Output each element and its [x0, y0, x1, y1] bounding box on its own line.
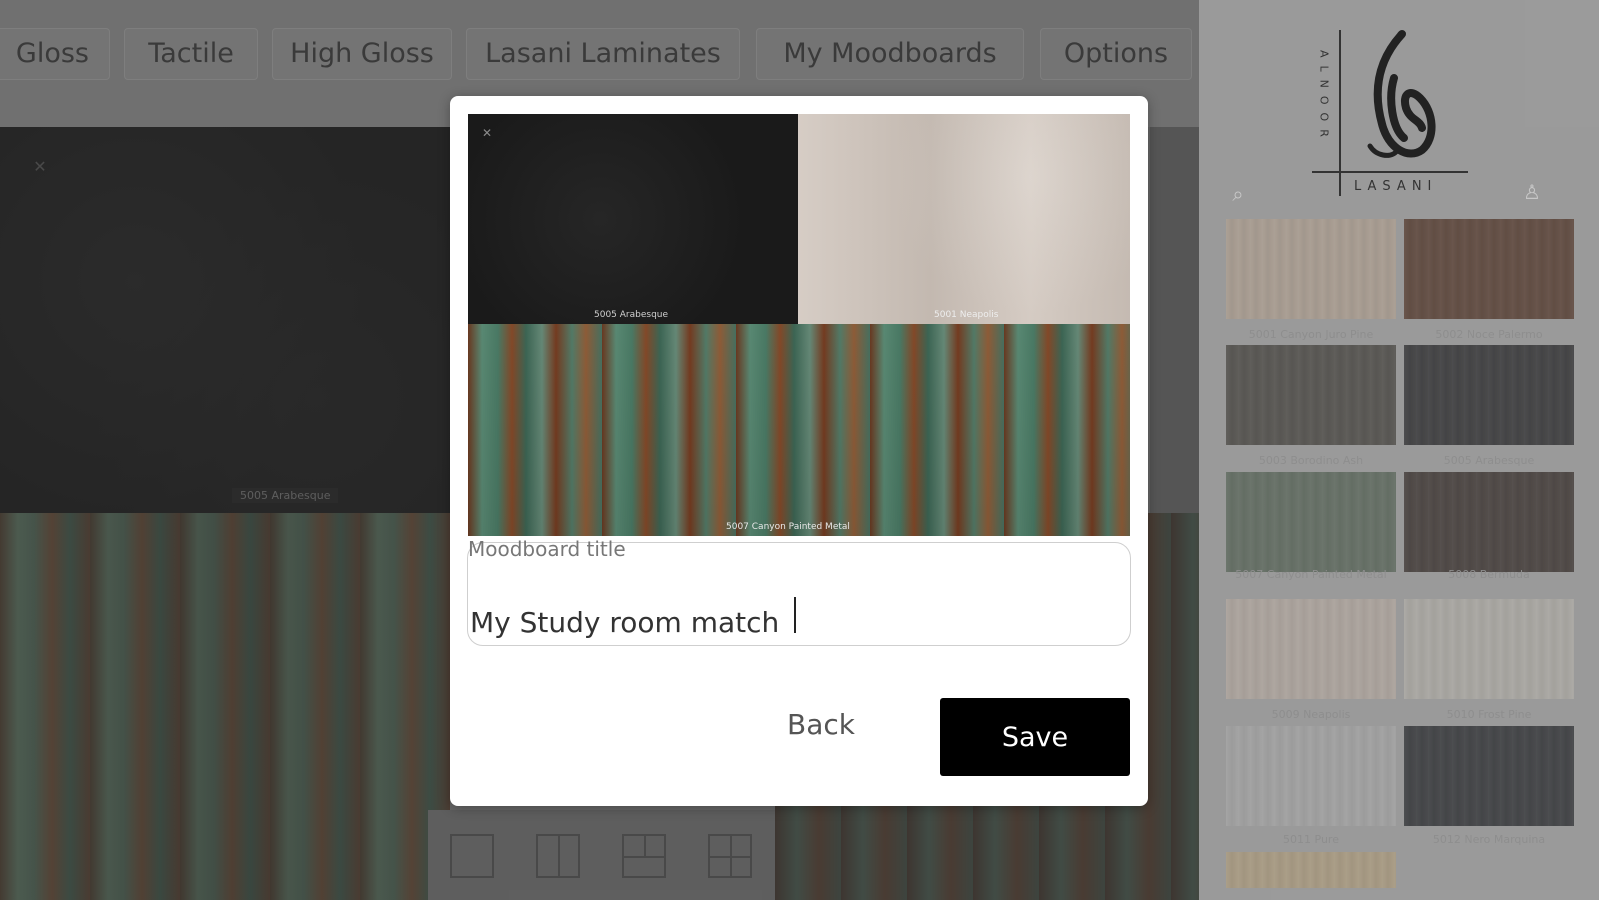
save-button[interactable]: Save [940, 698, 1130, 776]
moodboard-title-label: Moodboard title [468, 537, 626, 561]
swatch-tile-label: 5012 Nero Marquina [1432, 833, 1546, 846]
search-icon[interactable]: ⌕ [1226, 182, 1250, 206]
svg-text:ALNOOR: ALNOOR [1318, 50, 1331, 145]
swatch-tile-label: 5008 Bermuda [1448, 568, 1530, 581]
swatch-tile-label: 5003 Borodino Ash [1258, 454, 1364, 467]
remove-swatch-icon: ✕ [482, 126, 493, 140]
swatch-tile[interactable] [1404, 726, 1574, 826]
swatch-tile[interactable] [1226, 852, 1396, 888]
preview-caption: 5001 Neapolis [934, 310, 999, 320]
alnoor-lasani-logo: ALNOOR LASANI [1312, 30, 1468, 196]
preview-caption: 5005 Arabesque [594, 310, 669, 320]
swatch-tile-label: 5005 Arabesque [1443, 454, 1535, 467]
swatch-tile-label: 5007 Canyon Painted Metal [1235, 568, 1387, 581]
swatch-tile-label: 5001 Canyon Juro Pine [1248, 328, 1374, 341]
swatch-tile[interactable] [1226, 472, 1396, 572]
save-moodboard-dialog: ✕ 5005 Arabesque 5001 Neapolis 5007 Cany… [450, 96, 1148, 806]
swatch-tile-label: 5011 Pure [1283, 833, 1339, 846]
swatch-tile[interactable] [1226, 599, 1396, 699]
preview-caption: 5007 Canyon Painted Metal [726, 522, 850, 532]
swatch-tile[interactable] [1404, 345, 1574, 445]
text-caret [794, 597, 796, 633]
swatch-tile[interactable] [1404, 219, 1574, 319]
swatch-tile-label: 5002 Noce Palermo [1435, 328, 1543, 341]
swatch-tile[interactable] [1226, 345, 1396, 445]
swatch-tile-label: 5010 Frost Pine [1446, 708, 1532, 721]
swatch-tile[interactable] [1404, 472, 1574, 572]
swatch-tile[interactable] [1226, 726, 1396, 826]
svg-text:LASANI: LASANI [1354, 179, 1437, 194]
back-button[interactable]: Back [766, 694, 876, 754]
preview-swatch-painted-metal: 5007 Canyon Painted Metal [468, 324, 1130, 536]
swatch-tile[interactable] [1226, 219, 1396, 319]
swatch-tile-label: 5009 Neapolis [1271, 708, 1351, 721]
user-icon[interactable]: ♙ [1520, 180, 1544, 204]
preview-swatch-neapolis: 5001 Neapolis [798, 114, 1130, 324]
swatch-tile[interactable] [1404, 599, 1574, 699]
preview-swatch-arabesque: ✕ 5005 Arabesque [468, 114, 798, 324]
